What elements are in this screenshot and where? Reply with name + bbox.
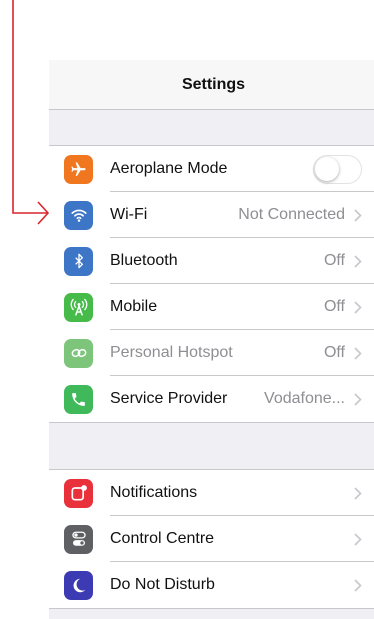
chevron-right-icon [352,346,364,360]
chevron-right-icon [352,254,364,268]
chevron-right-icon [352,532,364,546]
settings-row-label: Personal Hotspot [110,344,233,361]
settings-row-label: Aeroplane Mode [110,160,228,177]
settings-row-value: Not Connected [238,206,345,223]
toggle-knob [315,156,339,181]
settings-row-value: Off [323,344,345,361]
settings-row-service-provider[interactable]: Service Provider Vodafone... [49,376,374,422]
page-title: Settings [181,75,246,93]
chevron-right-icon [352,300,364,314]
settings-row-label: Control Centre [110,530,215,547]
settings-row-label: Wi-Fi [110,206,148,223]
antenna-icon [64,292,93,322]
chevron-right-icon [352,578,364,592]
settings-row-label: Do Not Disturb [110,576,215,593]
airplane-icon [64,154,93,184]
wifi-icon [64,200,93,230]
settings-row-notifications[interactable]: Notifications [49,470,374,516]
bluetooth-icon [64,246,93,276]
settings-row-wifi[interactable]: Wi-Fi Not Connected [49,192,374,238]
phone-icon [64,384,93,414]
settings-row-label: Bluetooth [110,252,178,269]
settings-row-label: Service Provider [110,390,228,407]
settings-row-control-centre[interactable]: Control Centre [49,516,374,562]
hotspot-icon [64,338,93,368]
settings-row-personal-hotspot[interactable]: Personal Hotspot Off [49,330,374,376]
settings-row-value: Off [323,252,345,269]
chevron-right-icon [352,486,364,500]
settings-row-label: Mobile [110,298,158,315]
system-group: Notifications Control Centre Do Not Dist… [49,469,374,609]
navigation-bar: Settings [49,60,374,110]
settings-row-do-not-disturb[interactable]: Do Not Disturb [49,562,374,608]
settings-row-label: Notifications [110,484,198,501]
screenshot: Settings Aeroplane Mode Wi-Fi Not Connec… [0,0,374,619]
connectivity-group: Aeroplane Mode Wi-Fi Not Connected Bluet… [49,145,374,423]
chevron-right-icon [352,208,364,222]
settings-row-value: Vodafone... [264,390,345,407]
settings-row-value: Off [323,298,345,315]
settings-row-mobile[interactable]: Mobile Off [49,284,374,330]
notifications-icon [64,478,93,508]
moon-icon [64,570,93,600]
settings-row-bluetooth[interactable]: Bluetooth Off [49,238,374,284]
aeroplane-mode-toggle[interactable] [313,154,362,184]
chevron-right-icon [352,392,364,406]
control-centre-icon [64,524,93,554]
settings-screen: Settings Aeroplane Mode Wi-Fi Not Connec… [49,60,374,619]
settings-row-aeroplane-mode: Aeroplane Mode [49,146,374,192]
